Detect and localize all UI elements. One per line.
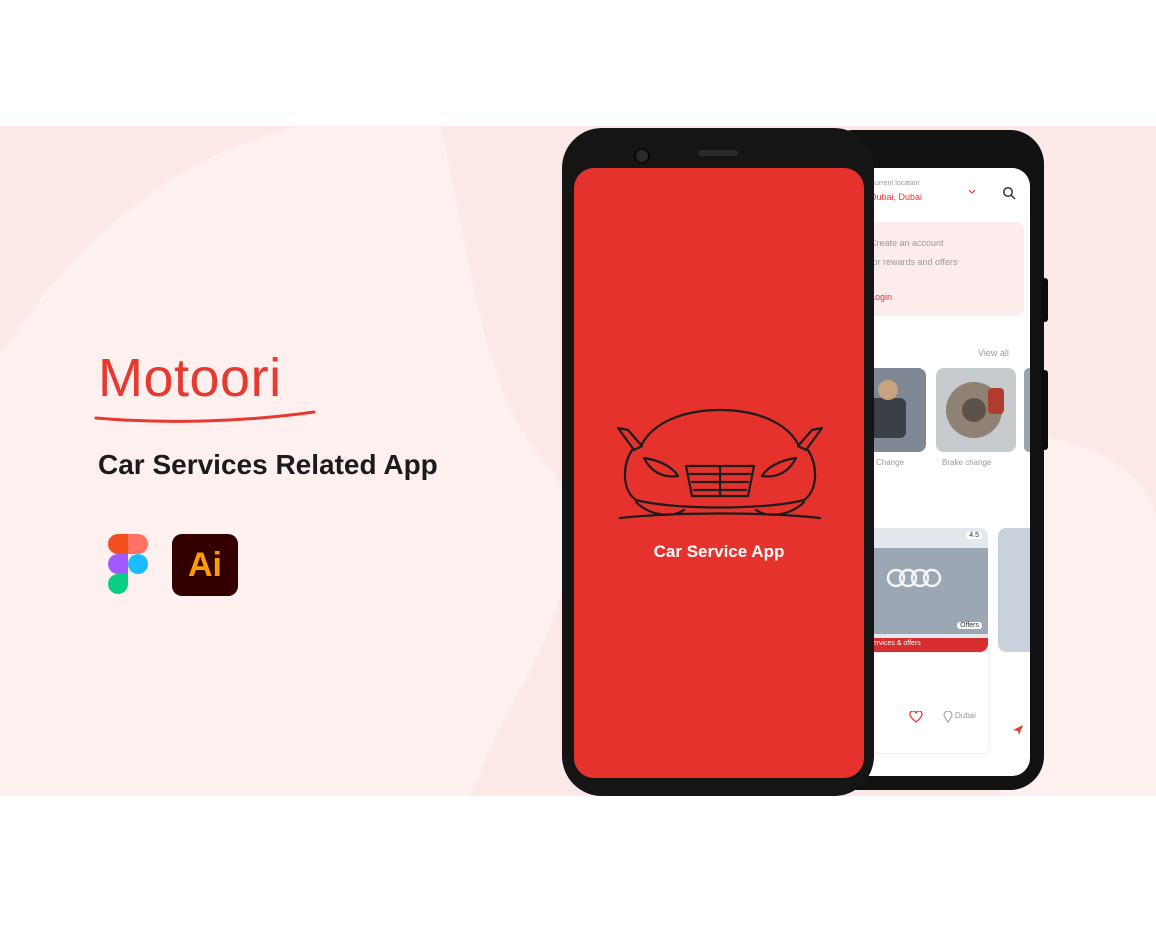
search-icon[interactable] (1002, 186, 1016, 200)
bottom-nav-card: Dubai (862, 652, 990, 754)
dealer-rating: 4.5 (966, 532, 982, 539)
service-card-brake[interactable] (936, 368, 1016, 452)
service-label-brake: Brake change (942, 458, 992, 467)
camera-icon (634, 148, 650, 164)
dealer-card-partial[interactable] (998, 528, 1030, 652)
splash-title: Car Service App (653, 542, 785, 561)
adobe-illustrator-icon: Ai (172, 534, 238, 596)
nav-location: Dubai (955, 711, 976, 720)
promo-line2: for rewards and offers (870, 257, 958, 267)
chevron-down-icon[interactable] (968, 188, 976, 196)
speaker-grille (698, 150, 738, 156)
phone-side-button (1042, 278, 1048, 322)
app-tagline: Car Services Related App (98, 449, 438, 480)
location-caption: Current location (870, 180, 920, 187)
brand-name: Motoori (98, 348, 282, 408)
dealer-promo-bar: Services & offers (862, 638, 988, 652)
promo-line1: Create an account (870, 238, 944, 248)
splash-screen: Car Service App (574, 168, 864, 778)
dealer-card[interactable]: 4.5 Offers Services & offers (862, 528, 988, 652)
dealer-photo (862, 528, 988, 652)
car-logo-icon (616, 408, 824, 520)
heart-icon[interactable] (909, 711, 923, 723)
service-card-partial[interactable] (1024, 368, 1030, 452)
brake-disc-photo (936, 368, 1016, 452)
figma-icon (108, 534, 148, 594)
brand-underline (94, 410, 316, 423)
location-pin-icon (943, 711, 953, 723)
location-value[interactable]: Dubai, Dubai (870, 192, 922, 202)
dealer-promo-text: Services & offers (868, 640, 921, 647)
view-all-link[interactable]: View all (978, 348, 1009, 358)
phone-side-button (1042, 370, 1048, 450)
dealer-badge: Offers (957, 622, 982, 629)
navigation-arrow-icon[interactable] (1012, 724, 1024, 736)
